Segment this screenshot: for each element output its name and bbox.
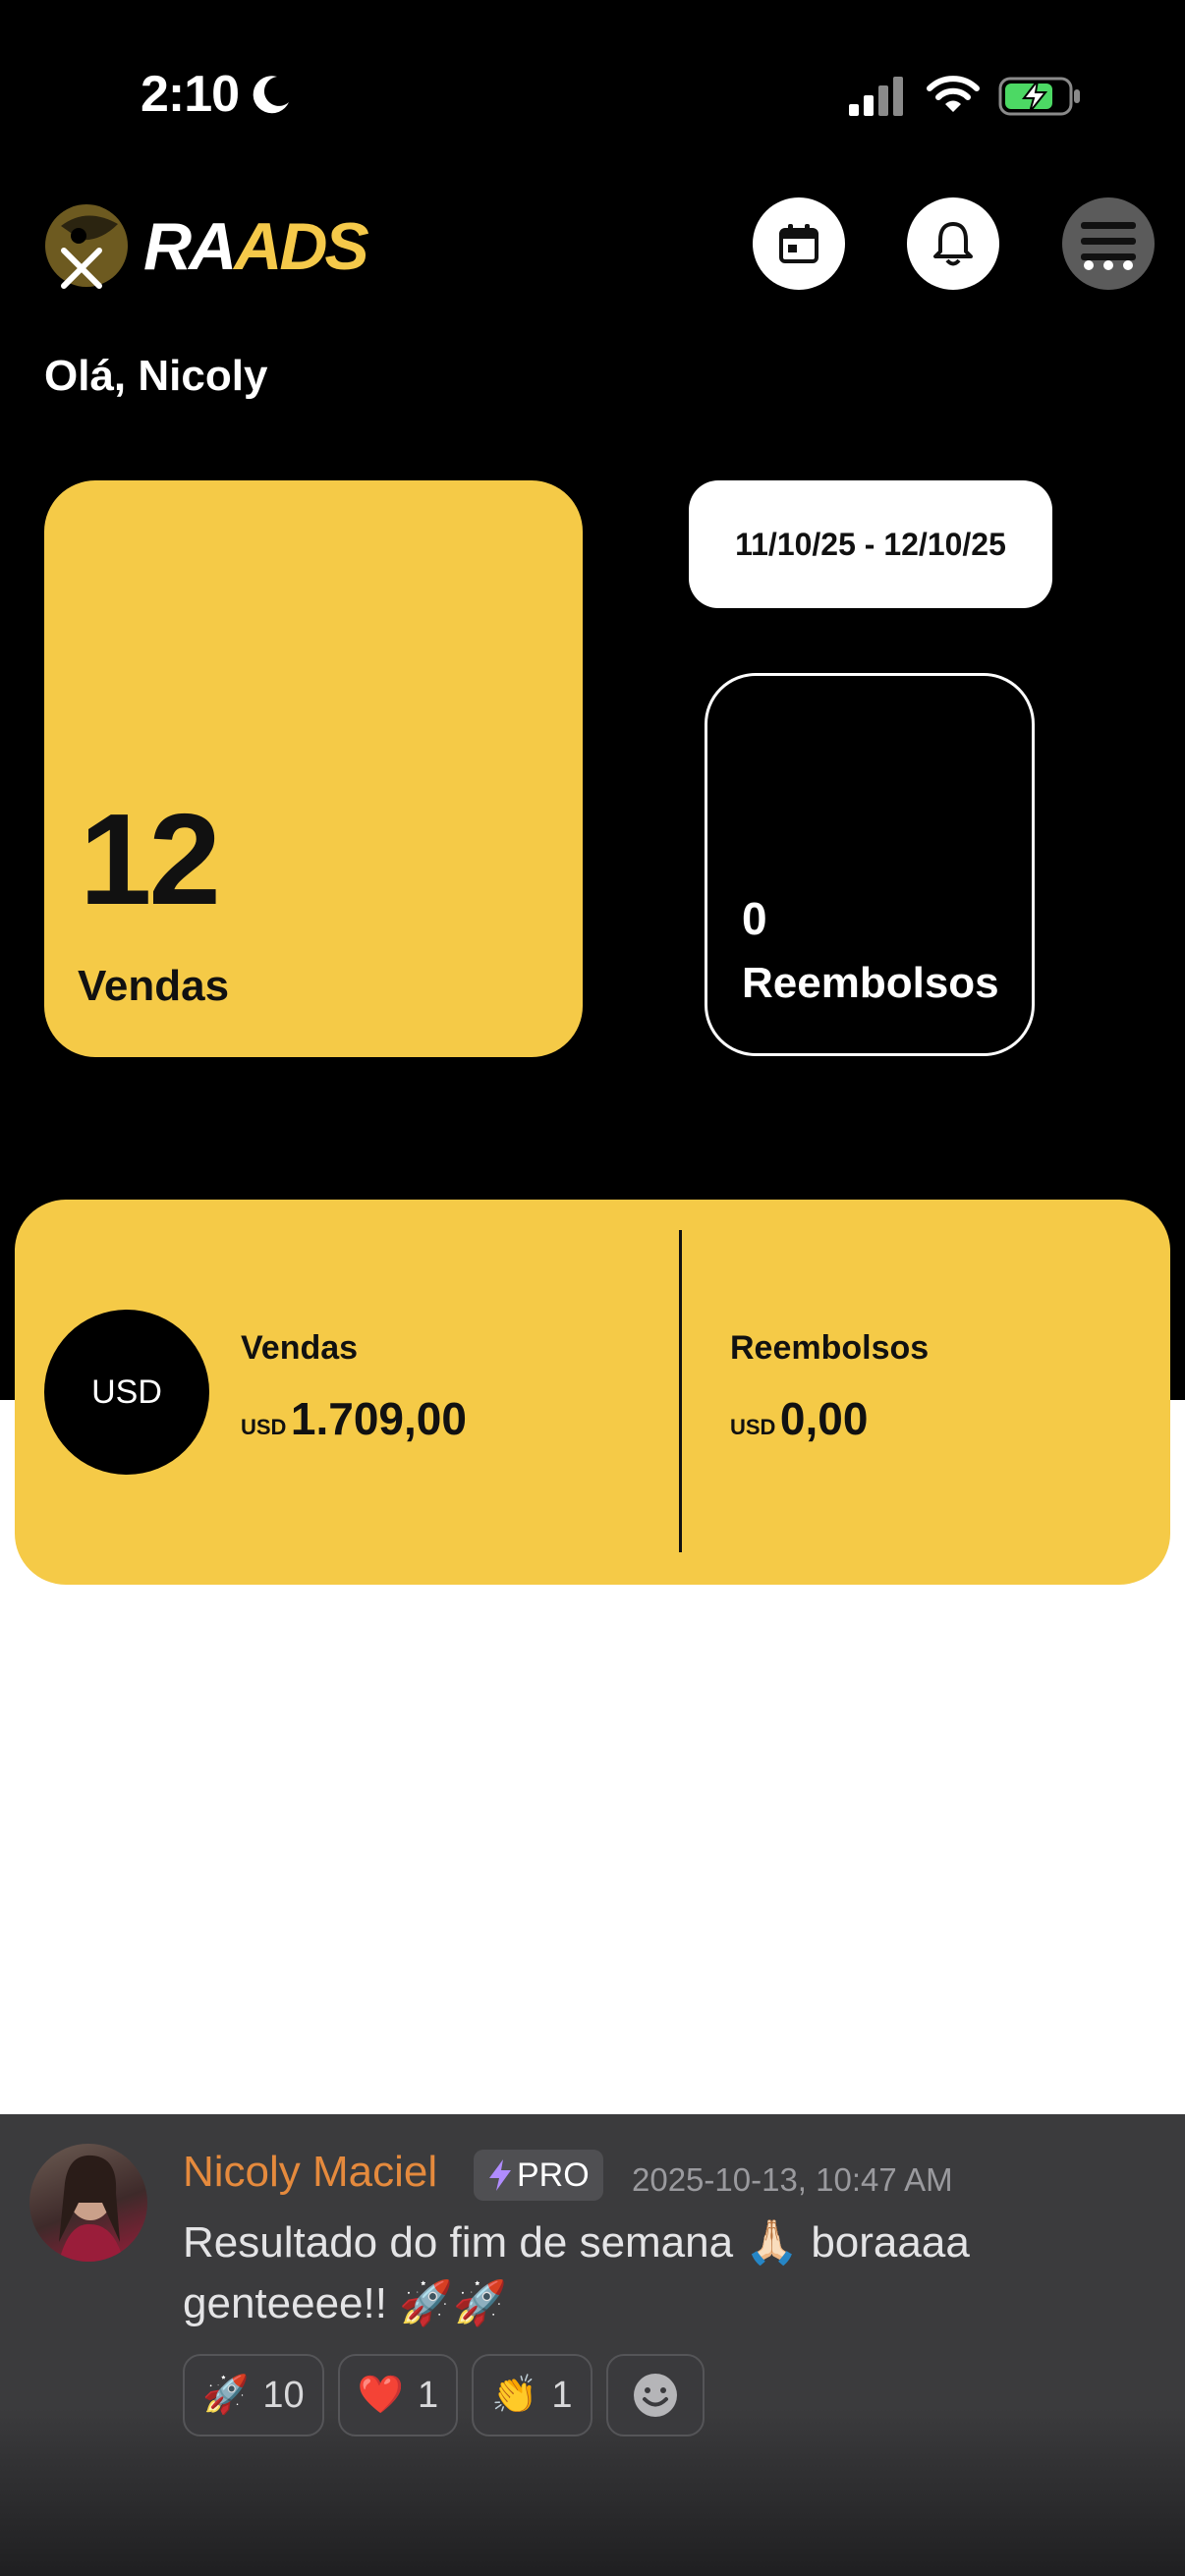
sales-total-amount: 1.709,00: [290, 1393, 467, 1444]
refund-total-amount: 0,00: [779, 1393, 869, 1444]
avatar-photo: [59, 2155, 124, 2262]
calendar-icon: [779, 224, 818, 263]
sales-count: 12: [80, 787, 221, 931]
reaction-rocket[interactable]: 🚀 10: [183, 2354, 324, 2436]
sales-total-currency: USD: [241, 1415, 287, 1439]
close-icon[interactable]: [54, 241, 109, 296]
chat-message: Nicoly Maciel PRO 2025-10-13, 10:47 AM R…: [0, 2114, 1185, 2576]
lightning-icon: [489, 2159, 511, 2191]
message-text-line: Resultado do fim de semana 🙏🏻 boraaaa: [183, 2218, 970, 2267]
greeting: Olá, Nicoly: [44, 352, 268, 400]
pro-badge-label: PRO: [517, 2156, 590, 2194]
refund-count-label: Reembolsos: [742, 959, 999, 1007]
wifi-icon: [927, 76, 980, 112]
rocket-emoji: 🚀: [202, 2375, 250, 2416]
add-reaction-button[interactable]: [605, 2354, 705, 2436]
sales-total-value: USD 1.709,00: [241, 1392, 467, 1445]
list-menu-icon: [1081, 222, 1136, 270]
reactions-bar: 🚀 10 ❤️ 1 👏 1: [183, 2354, 705, 2436]
refund-total-label: Reembolsos: [730, 1329, 930, 1367]
raads-wordmark: RAADS: [143, 209, 369, 284]
menu-button[interactable]: [1062, 197, 1155, 290]
battery-charging-icon: [998, 77, 1080, 116]
refund-total-value: USD 0,00: [730, 1392, 868, 1445]
refund-count-card: 0 Reembolsos: [705, 673, 1035, 1056]
pro-badge: PRO: [474, 2150, 603, 2201]
message-timestamp: 2025-10-13, 10:47 AM: [632, 2161, 953, 2198]
moon-icon: [253, 76, 289, 114]
message-author[interactable]: Nicoly Maciel: [183, 2148, 437, 2197]
sales-count-label: Vendas: [78, 962, 230, 1010]
totals-card: USD Vendas USD 1.709,00 Reembolsos USD 0…: [15, 1200, 1170, 1585]
divider: [679, 1230, 682, 1552]
clap-emoji: 👏: [491, 2375, 538, 2416]
reaction-count: 1: [417, 2374, 439, 2416]
reaction-clap[interactable]: 👏 1: [472, 2354, 592, 2436]
currency-badge: USD: [44, 1310, 209, 1475]
reaction-count: 1: [551, 2374, 573, 2416]
message-text: Resultado do fim de semana 🙏🏻 boraaaa ge…: [183, 2212, 1067, 2334]
smiley-plus-icon: [633, 2374, 677, 2417]
signal-icon: [849, 77, 903, 116]
date-range-selector[interactable]: 11/10/25 - 12/10/25: [689, 480, 1052, 608]
notifications-button[interactable]: [907, 197, 999, 290]
refund-total-currency: USD: [730, 1415, 776, 1439]
bell-icon: [933, 222, 973, 266]
reaction-count: 10: [262, 2374, 305, 2416]
reaction-heart[interactable]: ❤️ 1: [337, 2354, 459, 2436]
avatar[interactable]: [29, 2144, 147, 2262]
calendar-button[interactable]: [753, 197, 845, 290]
refund-count: 0: [742, 893, 767, 944]
status-time: 2:10: [141, 66, 240, 123]
message-text-line: genteeee!! 🚀🚀: [183, 2279, 507, 2327]
heart-emoji: ❤️: [357, 2375, 404, 2416]
sales-count-card: 12 Vendas: [44, 480, 583, 1057]
sales-total-label: Vendas: [241, 1329, 359, 1367]
